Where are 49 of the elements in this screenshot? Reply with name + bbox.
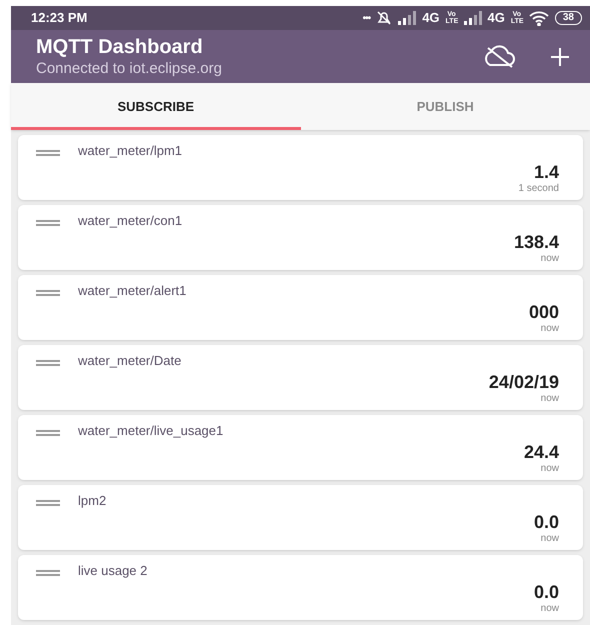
drag-handle-icon[interactable] [36, 500, 60, 506]
subscription-card[interactable]: water_meter/live_usage1 24.4 now [18, 415, 583, 480]
topic-value: 24/02/19 [488, 371, 559, 393]
topic-value: 1.4 [534, 161, 559, 183]
wifi-icon [528, 10, 549, 26]
drag-handle-icon[interactable] [36, 150, 60, 156]
update-time: now [540, 603, 559, 615]
topic-value: 000 [528, 301, 559, 323]
topic-name: water_meter/alert1 [78, 283, 186, 300]
topic-value: 0.0 [534, 581, 559, 603]
signal-icon [464, 11, 482, 25]
subscription-card[interactable]: water_meter/lpm1 1.4 1 second [18, 135, 583, 200]
drag-handle-icon[interactable] [36, 290, 60, 296]
update-time: 1 second [518, 183, 559, 195]
subscription-card[interactable]: water_meter/alert1 000 now [18, 275, 583, 340]
subscription-card[interactable]: lpm2 0.0 now [18, 485, 583, 550]
topic-name: water_meter/lpm1 [78, 143, 182, 160]
signal-icon [398, 11, 416, 25]
battery-level: 38 [554, 11, 582, 25]
topic-name: water_meter/con1 [78, 213, 182, 230]
subscription-card[interactable]: water_meter/con1 138.4 now [18, 205, 583, 270]
drag-handle-icon[interactable] [36, 220, 60, 226]
add-icon[interactable] [550, 46, 570, 66]
drag-handle-icon[interactable] [36, 430, 60, 436]
tab[interactable]: SUBSCRIBE [11, 83, 300, 130]
update-time: now [540, 463, 559, 475]
update-time: now [540, 253, 559, 265]
connection-status: Connected to iot.eclipse.org [36, 58, 222, 78]
topic-value: 0.0 [534, 511, 559, 533]
cloud-off-icon[interactable] [482, 44, 518, 68]
drag-handle-icon[interactable] [36, 360, 60, 366]
topic-name: lpm2 [78, 493, 106, 510]
network-type: 4G [488, 9, 505, 28]
update-time: now [540, 323, 559, 335]
drag-handle-icon[interactable] [36, 570, 60, 576]
topic-name: water_meter/live_usage1 [78, 423, 224, 440]
status-time: 12:23 PM [31, 9, 88, 28]
topic-name: water_meter/Date [78, 353, 182, 370]
subscription-card[interactable]: live usage 2 0.0 now [18, 555, 583, 620]
topic-value: 138.4 [514, 231, 559, 253]
more-notifications: ••• [362, 12, 370, 26]
alarm-off-icon [376, 10, 392, 26]
app-title: MQTT Dashboard [36, 34, 204, 58]
topic-name: live usage 2 [78, 563, 148, 580]
subscription-card[interactable]: water_meter/Date 24/02/19 now [18, 345, 583, 410]
topic-value: 24.4 [524, 441, 559, 463]
network-type: 4G [422, 9, 440, 28]
update-time: now [540, 393, 559, 405]
update-time: now [540, 533, 559, 545]
